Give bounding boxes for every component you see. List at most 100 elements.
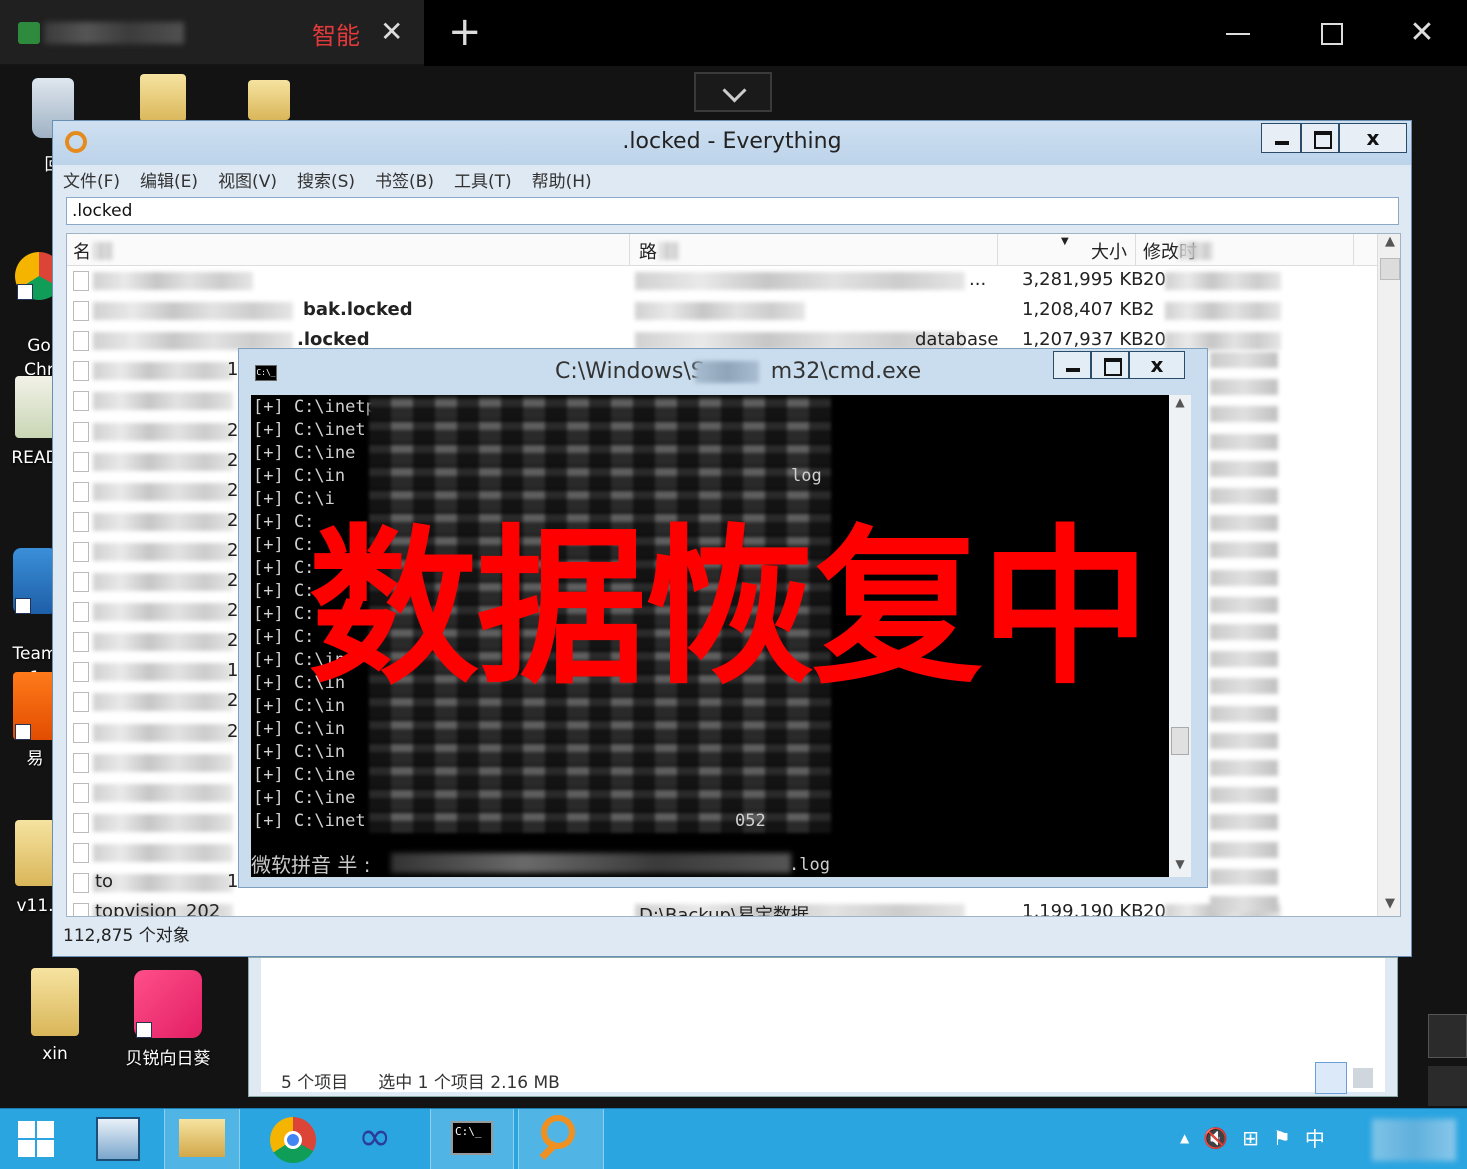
redacted: [1210, 841, 1278, 858]
minimize-button[interactable]: [1053, 351, 1091, 379]
cmd-line: [+] C:\i: [253, 489, 335, 509]
vertical-scrollbar[interactable]: ▲ ▼: [1377, 234, 1400, 916]
file-icon: [73, 662, 89, 683]
file-name-fragment: 2: [227, 449, 239, 471]
file-icon: [73, 481, 89, 502]
close-tab-icon[interactable]: ✕: [380, 14, 403, 50]
chrome-taskbar-button[interactable]: [252, 1109, 334, 1169]
file-icon: [73, 421, 89, 442]
cmd-line: [+] C:\inet: [253, 811, 366, 831]
file-explorer-button[interactable]: [164, 1109, 240, 1169]
volume-muted-icon[interactable]: 🔇: [1203, 1126, 1228, 1150]
explorer-window: 5 个项目 选中 1 个项目 2.16 MB: [248, 957, 1398, 1097]
cmd-line: [+] C:: [253, 581, 315, 601]
large-icons-view-icon[interactable]: [1353, 1068, 1373, 1088]
scroll-thumb[interactable]: [1380, 258, 1400, 280]
menu-help[interactable]: 帮助(H): [532, 167, 592, 192]
sunflower-shortcut-icon: [134, 970, 202, 1038]
cmd-line: [+] C:\in: [253, 696, 346, 716]
remote-session-tab[interactable]: 智能 ✕: [0, 0, 424, 66]
action-center-icon[interactable]: ⚑: [1273, 1126, 1291, 1150]
cmd-console[interactable]: [+] C:\inetp [+] C:\inet [+] C:\ine [+] C:\…: [251, 395, 1169, 877]
scroll-thumb[interactable]: [1171, 727, 1189, 755]
maximize-button[interactable]: [1301, 123, 1339, 153]
scroll-up-icon[interactable]: ▲: [1378, 234, 1400, 256]
close-button[interactable]: ✕: [1402, 14, 1442, 54]
scroll-down-icon[interactable]: ▼: [1378, 896, 1400, 916]
chrome-icon-center: [284, 1131, 302, 1149]
column-name[interactable]: 名: [73, 238, 91, 264]
redacted: [93, 663, 233, 682]
file-modified: 2: [1143, 299, 1155, 321]
scroll-up-icon[interactable]: ▲: [1169, 395, 1191, 415]
table-row[interactable]: bak.locked 1,208,407 KB 2: [67, 296, 1377, 326]
menu-file[interactable]: 文件(F): [63, 167, 120, 192]
everything-icon: [541, 1115, 575, 1149]
redacted: [1179, 242, 1213, 260]
side-widget[interactable]: [1428, 1066, 1467, 1106]
redacted: [1210, 379, 1278, 396]
teamviewer-shortcut-icon: [13, 548, 57, 614]
chevron-down-icon[interactable]: [694, 72, 772, 112]
file-name-fragment: 2: [227, 479, 239, 501]
desktop-icon-xin[interactable]: xin: [20, 968, 90, 1064]
table-row[interactable]: ... 3,281,995 KB 20: [67, 266, 1377, 296]
file-size: 3,281,995 KB: [1022, 269, 1144, 290]
network-icon[interactable]: ⊞: [1242, 1126, 1259, 1150]
file-size: 1,208,407 KB: [1022, 299, 1144, 321]
redacted: [93, 272, 253, 290]
desktop-icon-folder[interactable]: [234, 80, 304, 120]
file-icon: [73, 511, 89, 532]
app-shortcut-icon: [13, 672, 57, 740]
cmd-title-head: C:\Windows\S: [555, 359, 705, 384]
ime-indicator[interactable]: 中: [1305, 1123, 1325, 1152]
maximize-button[interactable]: [1310, 14, 1350, 54]
pixelated-redaction: [369, 395, 831, 833]
minimize-button[interactable]: [1218, 14, 1258, 54]
taskbar: ∞ C:\_ ▲ 🔇 ⊞ ⚑ 中: [0, 1108, 1467, 1169]
clock-redacted[interactable]: [1372, 1119, 1456, 1161]
desktop-icon-folder[interactable]: [128, 74, 198, 122]
scroll-down-icon[interactable]: ▼: [1169, 857, 1191, 877]
file-icon: [73, 752, 89, 773]
column-size[interactable]: 大小: [1091, 238, 1127, 264]
menu-view[interactable]: 视图(V): [218, 167, 277, 192]
redacted: [93, 693, 233, 712]
search-input[interactable]: .locked: [66, 197, 1399, 225]
server-manager-button[interactable]: [82, 1109, 160, 1169]
add-tab-button[interactable]: +: [448, 10, 482, 54]
everything-taskbar-button[interactable]: [518, 1109, 604, 1169]
redacted: [635, 272, 965, 290]
start-button[interactable]: [0, 1109, 80, 1169]
file-icon: [73, 271, 89, 291]
desktop-icon-sunflower[interactable]: 贝锐向日葵: [118, 970, 218, 1069]
maximize-button[interactable]: [1091, 351, 1129, 379]
menu-edit[interactable]: 编辑(E): [140, 167, 198, 192]
cmd-scrollbar[interactable]: ▲ ▼: [1169, 395, 1191, 877]
results-header: 名 路 ▼ 大小 修改时: [67, 234, 1377, 266]
minimize-button[interactable]: [1261, 123, 1301, 153]
menu-bookmarks[interactable]: 书签(B): [375, 167, 434, 192]
file-name-fragment: 2: [227, 720, 239, 742]
everything-titlebar: .locked - Everything x: [53, 121, 1411, 165]
shortcut-arrow-icon: [136, 1022, 152, 1038]
close-button[interactable]: x: [1339, 123, 1407, 153]
redacted: [93, 392, 233, 411]
close-button[interactable]: x: [1129, 351, 1185, 379]
details-view-icon[interactable]: [1315, 1062, 1347, 1094]
cmd-taskbar-button[interactable]: C:\_: [430, 1109, 514, 1169]
side-widget[interactable]: [1428, 1014, 1467, 1058]
redacted: [93, 783, 233, 802]
infinity-taskbar-button[interactable]: ∞: [344, 1109, 422, 1169]
file-name-fragment: to: [95, 871, 114, 892]
redacted: [93, 843, 233, 862]
file-icon: [73, 842, 89, 863]
column-path[interactable]: 路: [639, 238, 657, 264]
ime-tail: .log: [789, 855, 830, 875]
redacted: [93, 874, 233, 892]
menu-tools[interactable]: 工具(T): [454, 167, 512, 192]
table-row[interactable]: topvision_202 D:\Backup\易宝数据 1,199,190 KB 2…: [67, 898, 1377, 916]
start-icon: [18, 1121, 35, 1138]
show-hidden-icons-icon[interactable]: ▲: [1180, 1131, 1189, 1145]
menu-search[interactable]: 搜索(S): [297, 167, 355, 192]
